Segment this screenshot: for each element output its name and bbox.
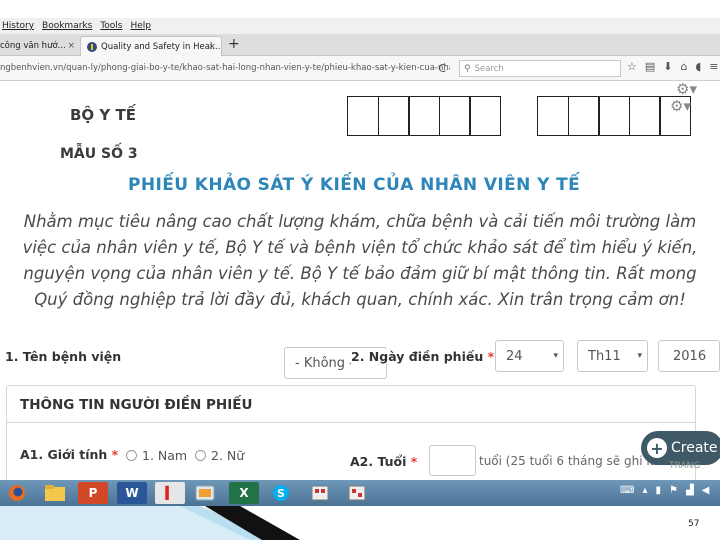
powerpoint-icon[interactable]: P: [78, 482, 108, 504]
age-note: tuổi (25 tuổi 6 tháng sẽ ghi là: [479, 454, 658, 468]
gender-option-female[interactable]: 2. Nữ: [195, 448, 244, 463]
hospital-select-value: - Không -: [295, 355, 354, 371]
form-number: MẪU SỐ 3: [60, 146, 138, 162]
survey-date-label: 2. Ngày điền phiếu *: [351, 349, 497, 364]
keyboard-icon[interactable]: ⌨: [620, 485, 634, 496]
menu-tools[interactable]: Tools: [100, 21, 122, 31]
browser-menubar: History Bookmarks Tools Help: [0, 18, 720, 34]
section-title: THÔNG TIN NGƯỜI ĐIỀN PHIẾU: [20, 397, 253, 413]
windows-taskbar: P W ▍ X S: [0, 480, 720, 506]
code-box[interactable]: [438, 96, 471, 136]
menu-help[interactable]: Help: [131, 21, 152, 31]
bookmark-star-icon[interactable]: ☆: [627, 60, 637, 73]
year-value: 2016: [673, 348, 707, 364]
create-button-label: Create: [671, 440, 718, 456]
code-box[interactable]: [598, 96, 630, 136]
slide-footer-decoration: [0, 506, 720, 540]
intro-paragraph: Nhằm mục tiêu nâng cao chất lượng khám, …: [22, 212, 698, 309]
gender-label: A1. Giới tính *: [20, 447, 119, 462]
age-label: A2. Tuổi *: [350, 454, 418, 469]
navigation-bar: ngbenhvien.vn/quan-ly/phong-giai-bo-y-te…: [0, 56, 720, 81]
day-value: 24: [506, 348, 523, 364]
menu-bookmarks[interactable]: Bookmarks: [42, 21, 92, 31]
battery-icon[interactable]: ▮: [655, 485, 661, 496]
radio-button[interactable]: [195, 450, 206, 461]
excel-icon[interactable]: X: [229, 482, 259, 504]
network-icon[interactable]: ▟: [686, 485, 694, 496]
tab-label: công văn hướ...: [0, 41, 66, 51]
downloads-icon[interactable]: ⬇: [663, 60, 672, 73]
month-value: Th11: [588, 348, 621, 364]
toolbar-icons: ☆ ▤ ⬇ ⌂ ◖ ≡: [627, 60, 719, 73]
page-number: 57: [688, 519, 700, 529]
gender-option-label: 1. Nam: [142, 448, 188, 463]
code-box[interactable]: [408, 96, 440, 136]
gear-icon[interactable]: ⚙▾: [670, 97, 691, 115]
volume-icon[interactable]: ◀: [702, 485, 710, 496]
chevron-down-icon: ▾: [553, 351, 558, 361]
trang-label: TRANG: [669, 461, 701, 471]
ministry-heading: BỘ Y TẾ: [70, 106, 136, 124]
menu-icon[interactable]: ≡: [709, 60, 718, 73]
slide-screenshot: { "browser": { "menu": ["History", "Book…: [0, 0, 720, 540]
home-icon[interactable]: ⌂: [681, 60, 688, 73]
app-icon[interactable]: [342, 482, 372, 504]
required-mark: *: [410, 454, 418, 469]
firefox-icon[interactable]: [2, 482, 32, 504]
code-boxes-right: [537, 96, 691, 136]
hospital-name-label: 1. Tên bệnh viện: [5, 349, 122, 364]
search-placeholder: Search: [474, 63, 504, 74]
age-input[interactable]: [429, 445, 476, 476]
reading-list-icon[interactable]: ▤: [645, 60, 655, 73]
close-icon[interactable]: ×: [67, 41, 75, 51]
required-mark: *: [111, 447, 119, 462]
day-select[interactable]: 24 ▾: [495, 340, 564, 372]
code-box[interactable]: [469, 96, 501, 136]
gear-icon[interactable]: ⚙▾: [676, 80, 697, 98]
required-mark: *: [487, 349, 495, 364]
close-icon[interactable]: ×: [208, 42, 216, 52]
code-boxes-left: [347, 96, 501, 136]
tab-cong-van[interactable]: công văn hướ... ×: [0, 36, 80, 56]
pocket-icon[interactable]: ◖: [695, 60, 701, 73]
gender-option-label: 2. Nữ: [211, 448, 245, 463]
system-tray: ⌨ ▴ ▮ ⚑ ▟ ◀: [620, 485, 709, 496]
code-box[interactable]: [377, 96, 410, 136]
flag-icon[interactable]: ⚑: [669, 485, 678, 496]
url-bar[interactable]: ngbenhvien.vn/quan-ly/phong-giai-bo-y-te…: [0, 59, 450, 77]
url-text: ngbenhvien.vn/quan-ly/phong-giai-bo-y-te…: [0, 63, 450, 73]
menu-history[interactable]: History: [2, 21, 34, 31]
tab-bar: công văn hướ... × Quality and Safety in …: [0, 34, 720, 56]
word-icon[interactable]: W: [117, 482, 147, 504]
new-tab-button[interactable]: +: [228, 36, 240, 52]
search-icon: ⚲: [464, 63, 471, 74]
tab-quality-safety[interactable]: Quality and Safety in Heal... ×: [80, 36, 222, 56]
tab-label: Quality and Safety in Heal...: [101, 41, 221, 52]
reload-icon[interactable]: C: [438, 62, 446, 75]
create-button[interactable]: + Create: [641, 431, 720, 465]
radio-button[interactable]: [126, 450, 137, 461]
svg-text:S: S: [277, 487, 285, 500]
app-icon[interactable]: [305, 482, 335, 504]
site-favicon-icon: [87, 41, 97, 52]
system-icon[interactable]: [190, 482, 220, 504]
plus-icon: +: [647, 438, 667, 458]
month-select[interactable]: Th11 ▾: [577, 340, 648, 372]
file-explorer-icon[interactable]: [40, 482, 70, 504]
chevron-down-icon: ▾: [637, 351, 642, 361]
acrobat-icon[interactable]: ▍: [155, 482, 185, 504]
skype-icon[interactable]: S: [266, 482, 296, 504]
code-box[interactable]: [628, 96, 661, 136]
search-box[interactable]: ⚲ Search: [459, 60, 621, 77]
code-box[interactable]: [537, 96, 569, 136]
code-box[interactable]: [567, 96, 600, 136]
gender-option-male[interactable]: 1. Nam: [126, 448, 187, 463]
year-input[interactable]: 2016: [658, 340, 720, 372]
code-box[interactable]: [347, 96, 379, 136]
form-title: PHIẾU KHẢO SÁT Ý KIẾN CỦA NHÂN VIÊN Y TẾ: [128, 175, 581, 195]
chevron-up-icon[interactable]: ▴: [642, 485, 647, 496]
